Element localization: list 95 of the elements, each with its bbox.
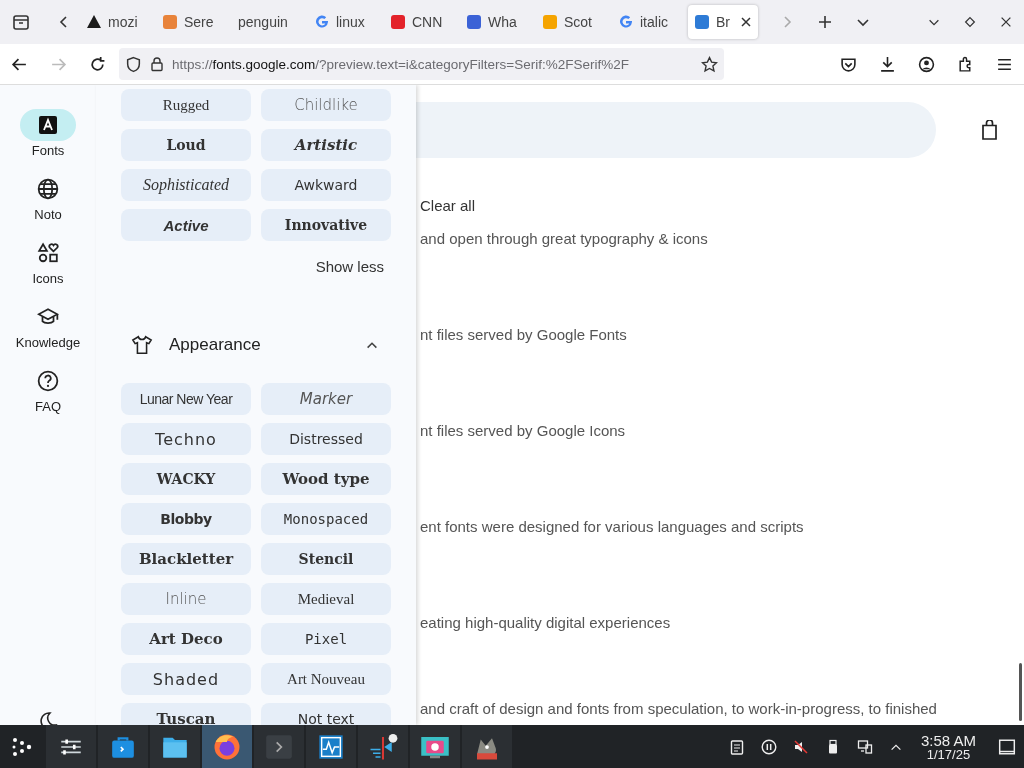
taskbar-app[interactable] <box>150 725 200 768</box>
site-icon <box>162 14 178 30</box>
taskbar-app[interactable] <box>46 725 96 768</box>
account-icon[interactable] <box>918 55 935 73</box>
description-text: and open through great typography & icons <box>420 230 708 249</box>
filter-chip[interactable]: Lunar New Year <box>121 383 251 415</box>
filter-chip[interactable]: Shaded <box>121 663 251 695</box>
filter-chip[interactable]: Techno <box>121 423 251 455</box>
google-g-icon <box>314 14 330 30</box>
filter-chip[interactable]: Inline <box>121 583 251 615</box>
globe-icon <box>37 178 59 200</box>
filter-chip[interactable]: Innovative <box>261 209 391 241</box>
filter-chip[interactable]: Not text <box>261 703 391 725</box>
site-icon <box>466 14 482 30</box>
close-tab-icon[interactable] <box>740 16 752 28</box>
clear-all-button[interactable]: Clear all <box>420 194 476 216</box>
nav-rail-label[interactable]: Knowledge <box>15 335 81 350</box>
browser-tab[interactable]: Wha <box>460 5 526 39</box>
description-text: nt files served by Google Icons <box>420 422 626 441</box>
filter-chip[interactable]: Wood type <box>261 463 391 495</box>
terminal-icon <box>265 732 293 761</box>
description-text: ent fonts were designed for various languages and scripts <box>420 518 804 537</box>
browser-tab[interactable]: linux <box>308 5 374 39</box>
browser-tab[interactable]: italic <box>612 5 678 39</box>
nav-rail-button[interactable] <box>20 109 76 141</box>
filter-chip[interactable]: Loud <box>121 129 251 161</box>
help-icon <box>37 370 59 392</box>
clock-time[interactable]: 3:58 AM <box>920 732 976 748</box>
site-icon <box>542 14 558 30</box>
filter-chip[interactable]: Rugged <box>121 89 251 121</box>
filter-chip[interactable]: Tuscan <box>121 703 251 725</box>
shapes-icon <box>37 242 59 264</box>
download-icon[interactable] <box>879 55 896 73</box>
t-shirt-icon <box>131 334 153 356</box>
browser-tab[interactable]: mozi <box>80 5 146 39</box>
filter-chip[interactable]: WACKY <box>121 463 251 495</box>
close-icon[interactable] <box>999 15 1013 29</box>
browser-tab[interactable]: Scot <box>536 5 602 39</box>
description-text: eating high-quality digital experiences <box>420 614 671 633</box>
system-monitor-icon <box>317 732 345 761</box>
pause-icon[interactable] <box>760 738 777 755</box>
font-icon <box>38 115 58 135</box>
filter-chip[interactable]: Sophisticated <box>121 169 251 201</box>
nav-rail-label[interactable]: Icons <box>32 271 64 286</box>
filter-chip[interactable]: Marker <box>261 383 391 415</box>
taskbar-app[interactable] <box>410 725 460 768</box>
maximize-icon[interactable] <box>963 15 977 29</box>
filter-chip[interactable]: Monospaced <box>261 503 391 535</box>
url-text: https://fonts.google.com/?preview.text=i&categoryFilters=Serif:%2FSerif%2F <box>172 56 630 72</box>
browser-tab[interactable]: Sere <box>156 5 222 39</box>
network-icon[interactable] <box>856 738 873 755</box>
muted-speaker-icon[interactable] <box>792 738 809 755</box>
shopping-bag-icon[interactable] <box>981 120 998 140</box>
address-bar[interactable]: https://fonts.google.com/?preview.text=i&categoryFilters=Serif:%2FSerif%2F <box>119 48 724 80</box>
browser-tab[interactable]: penguin <box>232 5 298 39</box>
show-desktop-icon[interactable] <box>998 737 1016 756</box>
nav-rail-label[interactable]: FAQ <box>35 399 61 414</box>
filter-chip[interactable]: Distressed <box>261 423 391 455</box>
clock-date[interactable]: 1/17/25 <box>926 747 971 761</box>
filter-chip[interactable]: Art Nouveau <box>261 663 391 695</box>
nav-rail-label[interactable]: Noto <box>34 207 62 222</box>
filter-chip[interactable]: Art Deco <box>121 623 251 655</box>
description-text: and craft of design and fonts from speculation, to work-in-progress, to finished <box>420 700 937 719</box>
description-text: nt files served by Google Fonts <box>420 326 627 345</box>
show-less-link[interactable]: Show less <box>315 255 384 277</box>
dark-mode-icon[interactable] <box>38 711 58 725</box>
lock-icon[interactable] <box>149 56 165 72</box>
bookmark-star-icon[interactable] <box>701 55 718 73</box>
site-icon <box>694 14 710 30</box>
nav-rail-label[interactable]: Fonts <box>31 143 65 158</box>
filter-chip[interactable]: Medieval <box>261 583 391 615</box>
pocket-icon[interactable] <box>840 55 857 73</box>
warning-icon <box>86 14 102 30</box>
filter-chip[interactable]: Active <box>121 209 251 241</box>
site-icon <box>390 14 406 30</box>
clipboard-icon[interactable] <box>728 738 745 755</box>
filter-chip[interactable]: Childlike <box>261 89 391 121</box>
taskbar-app[interactable] <box>306 725 356 768</box>
tab-overview-icon[interactable] <box>11 12 31 32</box>
filter-chip[interactable]: Blackletter <box>121 543 251 575</box>
browser-tab[interactable]: Br <box>688 5 758 39</box>
filter-chip[interactable]: Blobby <box>121 503 251 535</box>
shield-icon[interactable] <box>125 55 142 73</box>
reload-icon[interactable] <box>89 55 106 73</box>
scrollbar-thumb[interactable] <box>1019 663 1022 721</box>
speaker-icon <box>368 731 398 762</box>
filter-chip[interactable]: Pixel <box>261 623 391 655</box>
google-g-icon <box>618 14 634 30</box>
new-tab-icon[interactable] <box>817 14 833 30</box>
taskbar-app[interactable] <box>358 725 408 768</box>
browser-tab[interactable]: CNN <box>384 5 450 39</box>
filter-chip[interactable]: Awkward <box>261 169 391 201</box>
filter-chip[interactable]: Stencil <box>261 543 391 575</box>
filter-chip[interactable]: Artistic <box>261 129 391 161</box>
section-title[interactable]: Appearance <box>169 335 365 355</box>
